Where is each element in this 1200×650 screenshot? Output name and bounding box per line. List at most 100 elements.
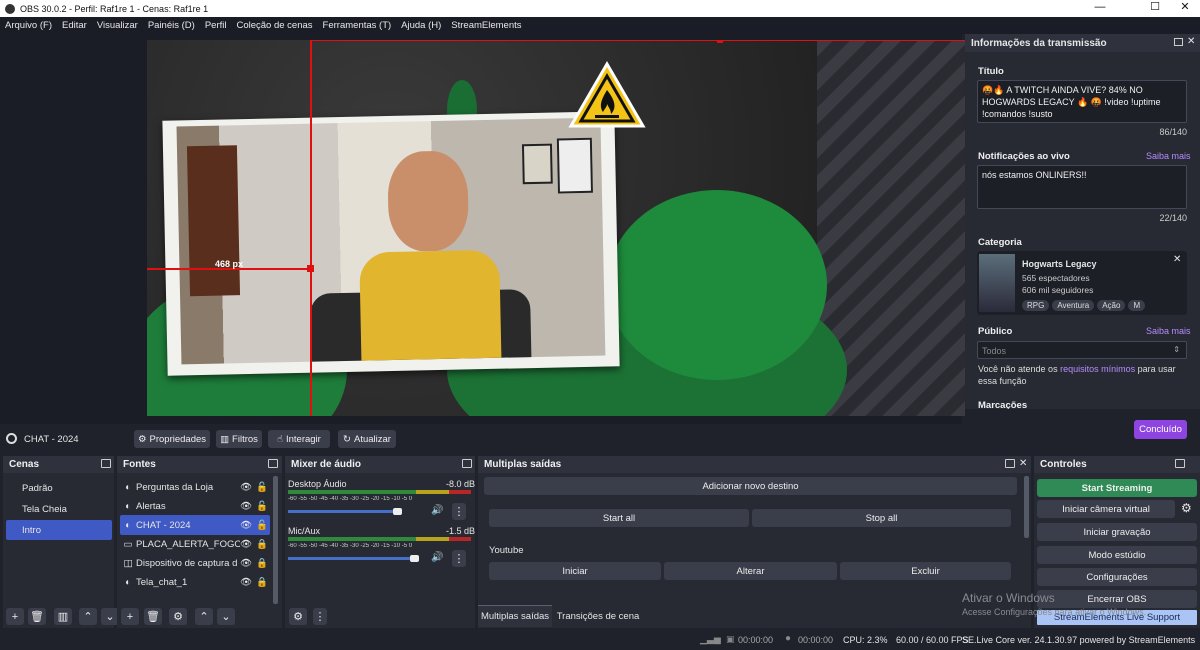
lock-icon[interactable]: 🔒: [256, 558, 268, 569]
lock-icon[interactable]: 🔓: [256, 520, 268, 531]
close-dock-icon[interactable]: ✕: [1187, 36, 1195, 47]
signal-bars-icon: ▁▃▅: [700, 634, 721, 644]
controls-undock-icon[interactable]: [1175, 459, 1185, 468]
menu-help[interactable]: Ajuda (H): [396, 20, 446, 31]
remove-scene-button[interactable]: 🗑: [28, 608, 46, 625]
add-destination-button[interactable]: Adicionar novo destino: [484, 477, 1017, 495]
close-button[interactable]: ✕: [1170, 0, 1200, 17]
eye-icon[interactable]: 👁: [240, 482, 256, 493]
outputs-undock-icon[interactable]: [1005, 459, 1015, 468]
source-item[interactable]: ▭ PLACA_ALERTA_FOGO 👁 🔒: [120, 534, 270, 554]
interact-button[interactable]: ☝ Interagir: [268, 430, 330, 448]
destination-edit-button[interactable]: Alterar: [664, 562, 837, 580]
source-item[interactable]: ◐ CHAT - 2024 👁 🔓: [120, 515, 270, 535]
scenes-undock-icon[interactable]: [101, 459, 111, 468]
minimize-button[interactable]: —: [1085, 0, 1115, 17]
mixer-settings-button[interactable]: ⚙: [289, 608, 307, 625]
menu-edit[interactable]: Editar: [57, 20, 92, 31]
undock-icon[interactable]: [1174, 38, 1183, 46]
menu-file[interactable]: Arquivo (F): [0, 20, 57, 31]
start-all-button[interactable]: Start all: [489, 509, 749, 527]
source-item[interactable]: ◐ Perguntas da Loja 👁 🔓: [120, 477, 270, 497]
audience-label: Público: [978, 326, 1013, 337]
add-scene-button[interactable]: +: [6, 608, 24, 625]
selection-handle-top[interactable]: [717, 40, 723, 43]
source-item[interactable]: ◐ Tela_chat_1 👁 🔒: [120, 572, 270, 592]
scene-item-tela-cheia[interactable]: Tela Cheia: [6, 499, 112, 519]
speaker-icon[interactable]: 🔊: [431, 552, 443, 563]
tab-scene-transitions[interactable]: Transições de cena: [555, 605, 641, 627]
scene-item-intro[interactable]: Intro: [6, 520, 112, 540]
source-item[interactable]: ◫ Dispositivo de captura d 👁 🔒: [120, 553, 270, 573]
maximize-button[interactable]: ☐: [1140, 0, 1170, 17]
add-source-button[interactable]: +: [121, 608, 139, 625]
lock-icon[interactable]: 🔒: [256, 539, 268, 550]
outputs-close-icon[interactable]: ✕: [1019, 458, 1027, 469]
lock-icon[interactable]: 🔓: [256, 501, 268, 512]
audience-learn-more-link[interactable]: Saiba mais: [1146, 326, 1191, 336]
selection-handle[interactable]: [307, 265, 314, 272]
studio-mode-button[interactable]: Modo estúdio: [1037, 546, 1197, 564]
menu-docks[interactable]: Painéis (D): [143, 20, 200, 31]
done-button[interactable]: Concluído: [1134, 420, 1187, 439]
properties-button[interactable]: ⚙ Propriedades: [134, 430, 210, 448]
menu-view[interactable]: Visualizar: [92, 20, 143, 31]
sources-undock-icon[interactable]: [268, 459, 278, 468]
current-source-name: CHAT - 2024: [24, 434, 79, 445]
mixer-menu-button[interactable]: ⋮: [313, 608, 327, 625]
lock-icon[interactable]: 🔒: [256, 577, 268, 588]
destination-delete-button[interactable]: Excluir: [840, 562, 1011, 580]
notifications-learn-more-link[interactable]: Saiba mais: [1146, 151, 1191, 161]
virtual-camera-settings-icon[interactable]: ⚙: [1181, 501, 1192, 515]
mic-aux-volume-knob[interactable]: [410, 555, 419, 562]
desktop-audio-menu-button[interactable]: ⋮: [452, 503, 466, 520]
lock-icon[interactable]: 🔓: [256, 482, 268, 493]
source-move-down-button[interactable]: ⌄: [217, 608, 235, 625]
remove-source-button[interactable]: 🗑: [144, 608, 162, 625]
source-item[interactable]: ◐ Alertas 👁 🔓: [120, 496, 270, 516]
exit-button[interactable]: Encerrar OBS: [1037, 590, 1197, 608]
speaker-icon[interactable]: 🔊: [431, 505, 443, 516]
desktop-audio-volume-knob[interactable]: [393, 508, 402, 515]
mic-aux-volume-slider[interactable]: [288, 557, 414, 560]
tab-multiple-outputs[interactable]: Multiplas saídas: [478, 605, 552, 627]
requirements-link[interactable]: requisitos mínimos: [1060, 364, 1135, 374]
audience-select[interactable]: Todos ⇕: [977, 341, 1187, 359]
eye-icon[interactable]: 👁: [240, 539, 256, 550]
menu-tools[interactable]: Ferramentas (T): [318, 20, 397, 31]
title-input[interactable]: 🤬🔥 A TWITCH AINDA VIVE? 84% NO HOGWARDS …: [977, 80, 1187, 123]
outputs-scrollbar[interactable]: [1024, 476, 1029, 538]
eye-icon[interactable]: 👁: [240, 501, 256, 512]
menu-streamelements[interactable]: StreamElements: [446, 20, 526, 31]
stop-all-button[interactable]: Stop all: [752, 509, 1011, 527]
start-virtual-camera-button[interactable]: Iniciar câmera virtual: [1037, 500, 1175, 518]
settings-button[interactable]: Configurações: [1037, 568, 1197, 586]
eye-icon[interactable]: 👁: [240, 520, 256, 531]
remove-category-icon[interactable]: ✕: [1173, 254, 1181, 265]
gears-icon: ⚙: [293, 611, 303, 623]
mic-aux-menu-button[interactable]: ⋮: [452, 550, 466, 567]
menu-scene-collection[interactable]: Coleção de cenas: [231, 20, 317, 31]
sources-scrollbar[interactable]: [273, 476, 278, 604]
start-streaming-button[interactable]: Start Streaming: [1037, 479, 1197, 497]
menu-profile[interactable]: Perfil: [200, 20, 232, 31]
scene-move-up-button[interactable]: ⌃: [79, 608, 97, 625]
scenes-dock-header: Cenas: [3, 456, 114, 473]
streamelements-version: SE.Live Core ver. 24.1.30.97 powered by …: [962, 635, 1196, 645]
scene-filters-button[interactable]: ▥: [54, 608, 72, 625]
mixer-undock-icon[interactable]: [462, 459, 472, 468]
scene-item-padrao[interactable]: Padrão: [6, 478, 112, 498]
desktop-audio-volume-slider[interactable]: [288, 510, 397, 513]
preview-canvas[interactable]: 468 px: [147, 40, 965, 416]
browser-source-icon: ◐: [125, 519, 131, 531]
filters-button[interactable]: ▥ Filtros: [216, 430, 262, 448]
start-recording-button[interactable]: Iniciar gravação: [1037, 523, 1197, 541]
source-properties-button[interactable]: ⚙: [169, 608, 187, 625]
destination-start-button[interactable]: Iniciar: [489, 562, 661, 580]
source-move-up-button[interactable]: ⌃: [195, 608, 213, 625]
notifications-input[interactable]: nós estamos ONLINERS!!: [977, 165, 1187, 209]
eye-icon[interactable]: 👁: [240, 577, 256, 588]
chevron-down-icon: ⌄: [221, 611, 231, 623]
refresh-button[interactable]: ↻ Atualizar: [338, 430, 396, 448]
eye-icon[interactable]: 👁: [240, 558, 256, 569]
